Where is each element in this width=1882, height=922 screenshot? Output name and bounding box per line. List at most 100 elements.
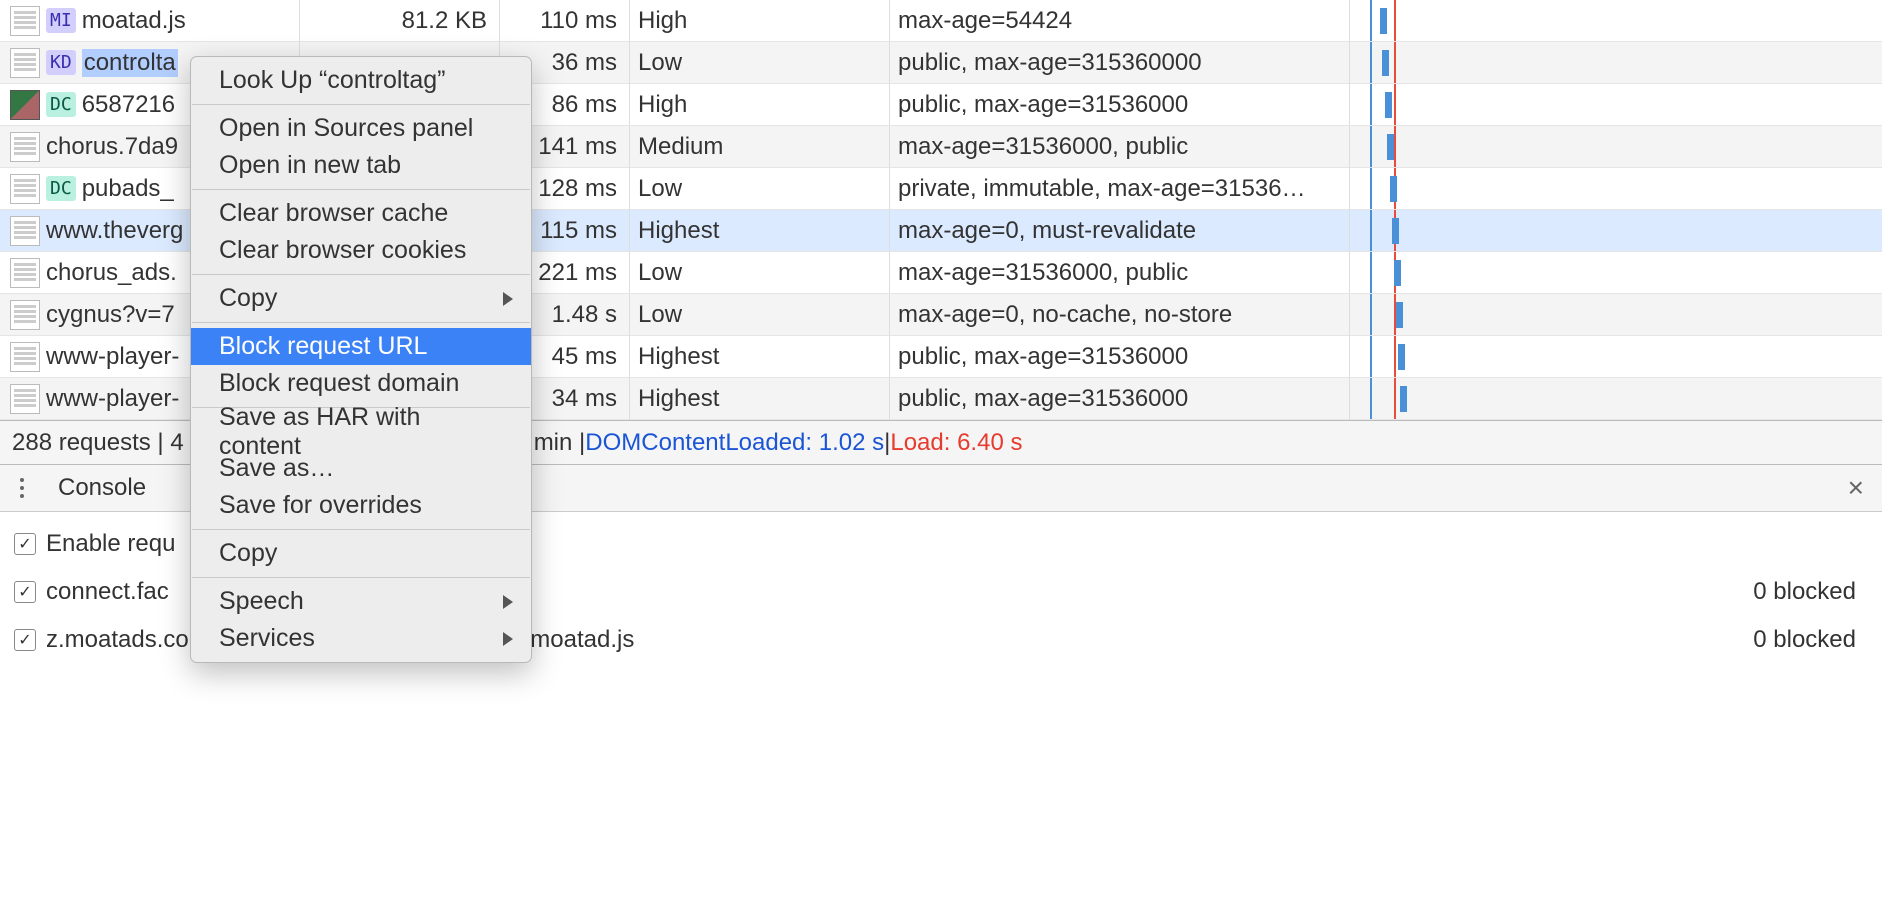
cell-priority: High [630,0,890,42]
request-name: controlta [82,49,178,77]
menu-item[interactable]: Clear browser cookies [191,232,531,269]
document-icon [10,48,40,78]
menu-item[interactable]: Block request domain [191,365,531,402]
cell-cache-control: max-age=31536000, public [890,252,1350,294]
cell-waterfall [1350,42,1882,84]
cell-name[interactable]: MImoatad.js [0,0,300,42]
cell-waterfall [1350,336,1882,378]
cell-cache-control: public, max-age=315360000 [890,42,1350,84]
cell-waterfall [1350,210,1882,252]
cell-waterfall [1350,168,1882,210]
cell-priority: Medium [630,126,890,168]
request-name: www-player- [46,343,179,371]
initiator-badge: KD [46,50,76,75]
initiator-badge: MI [46,8,76,33]
pattern-checkbox[interactable]: ✓ [14,581,36,603]
menu-item[interactable]: Save as… [191,450,531,487]
cell-cache-control: max-age=54424 [890,0,1350,42]
request-name: chorus_ads. [46,259,177,287]
pattern-checkbox[interactable]: ✓ [14,629,36,651]
waterfall-bar [1390,176,1397,202]
document-icon [10,216,40,246]
load-marker [1394,42,1396,83]
domcontentloaded-marker [1370,126,1372,167]
waterfall-bar [1382,50,1389,76]
domcontentloaded-marker [1370,42,1372,83]
cell-priority: Low [630,252,890,294]
menu-item[interactable]: Speech [191,583,531,620]
initiator-badge: DC [46,92,76,117]
cell-cache-control: max-age=31536000, public [890,126,1350,168]
document-icon [10,342,40,372]
menu-item[interactable]: Copy [191,280,531,317]
domcontentloaded-marker [1370,210,1372,251]
waterfall-bar [1400,386,1407,412]
cell-waterfall [1350,378,1882,420]
cell-waterfall [1350,294,1882,336]
summary-mid: min | [534,429,586,457]
domcontentloaded-marker [1370,0,1372,41]
chevron-right-icon [503,632,513,646]
summary-domcontentloaded: DOMContentLoaded: 1.02 s [585,429,884,457]
request-name: www-player- [46,385,179,413]
summary-requests: 288 requests | 4 [12,429,184,457]
domcontentloaded-marker [1370,168,1372,209]
document-icon [10,132,40,162]
enable-blocking-label: Enable requ [46,530,175,558]
cell-priority: Highest [630,336,890,378]
menu-item[interactable]: Services [191,620,531,657]
chevron-right-icon [503,292,513,306]
tab-console[interactable]: Console [54,466,150,510]
request-name: moatad.js [82,7,186,35]
menu-item[interactable]: Copy [191,535,531,572]
waterfall-bar [1396,302,1403,328]
document-icon [10,6,40,36]
domcontentloaded-marker [1370,336,1372,377]
menu-item[interactable]: Save for overrides [191,487,531,524]
cell-priority: Highest [630,210,890,252]
menu-separator [192,577,530,578]
menu-item[interactable]: Save as HAR with content [191,413,531,450]
menu-item[interactable]: Block request URL [191,328,531,365]
enable-blocking-checkbox[interactable]: ✓ [14,533,36,555]
chevron-right-icon [503,595,513,609]
domcontentloaded-marker [1370,252,1372,293]
document-icon [10,384,40,414]
domcontentloaded-marker [1370,378,1372,419]
menu-item[interactable]: Clear browser cache [191,195,531,232]
document-icon [10,300,40,330]
menu-separator [192,529,530,530]
cell-cache-control: max-age=0, must-revalidate [890,210,1350,252]
waterfall-bar [1387,134,1394,160]
blocked-count: 0 blocked [1753,578,1868,606]
menu-separator [192,274,530,275]
cell-size: 81.2 KB [300,0,500,42]
menu-item[interactable]: Open in new tab [191,147,531,184]
cell-waterfall [1350,0,1882,42]
menu-item[interactable]: Open in Sources panel [191,110,531,147]
waterfall-bar [1392,218,1399,244]
cell-cache-control: public, max-age=31536000 [890,336,1350,378]
cell-cache-control: public, max-age=31536000 [890,378,1350,420]
cell-cache-control: max-age=0, no-cache, no-store [890,294,1350,336]
kebab-menu-icon[interactable] [10,476,34,500]
load-marker [1394,84,1396,125]
domcontentloaded-marker [1370,294,1372,335]
initiator-badge: DC [46,176,76,201]
cell-time: 110 ms [500,0,630,42]
cell-waterfall [1350,252,1882,294]
pattern-text: connect.fac [46,578,169,606]
document-icon [10,258,40,288]
cell-priority: Low [630,294,890,336]
menu-separator [192,189,530,190]
request-name: 6587216 [82,91,175,119]
menu-separator [192,322,530,323]
close-icon[interactable]: × [1840,472,1872,504]
menu-item[interactable]: Look Up “controltag” [191,62,531,99]
waterfall-bar [1398,344,1405,370]
cell-priority: High [630,84,890,126]
load-marker [1394,378,1396,419]
load-marker [1394,336,1396,377]
context-menu: Look Up “controltag” Open in Sources pane… [190,56,532,663]
request-name: chorus.7da9 [46,133,178,161]
